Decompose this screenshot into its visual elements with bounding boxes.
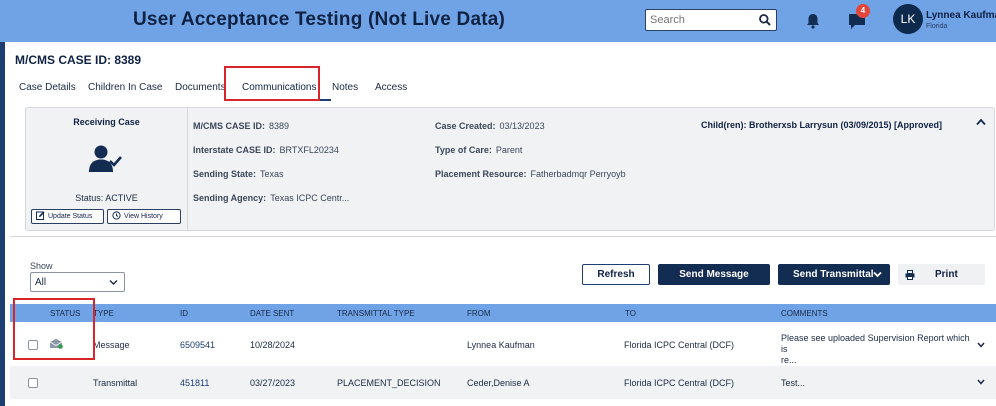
left-accent-bar — [0, 42, 5, 406]
column-header-from[interactable]: FROM — [467, 309, 491, 318]
cell-from: Lynnea Kaufman — [467, 340, 535, 350]
view-history-label: View History — [124, 213, 163, 220]
field-case-created: Case Created: 03/13/2023 — [435, 121, 545, 131]
field-value: Texas ICPC Centr... — [270, 193, 350, 203]
case-summary-card: Receiving Case Status: ACTIVE Update Sta… — [25, 107, 995, 231]
card-divider — [187, 108, 188, 230]
field-placement-resource: Placement Resource: Fatherbadmqr Perryoyb — [435, 169, 626, 179]
field-type-of-care: Type of Care: Parent — [435, 145, 522, 155]
column-header-id[interactable]: ID — [180, 309, 188, 318]
field-interstate-case-id: Interstate CASE ID: BRTXFL20234 — [193, 145, 339, 155]
cell-to: Florida ICPC Central (DCF) — [624, 340, 735, 350]
receiving-case-panel: Receiving Case Status: ACTIVE Update Sta… — [26, 108, 187, 230]
field-sending-state: Sending State: Texas — [193, 169, 284, 179]
field-value: Fatherbadmqr Perryoyb — [530, 169, 626, 179]
column-header-transmittal-type[interactable]: TRANSMITTAL TYPE — [337, 309, 415, 318]
printer-icon — [905, 270, 915, 280]
field-label: Sending State: — [193, 169, 257, 179]
column-header-to[interactable]: TO — [625, 309, 636, 318]
table-row[interactable]: Message 6509541 10/28/2024 Lynnea Kaufma… — [10, 322, 996, 366]
show-label: Show — [30, 261, 53, 271]
tab-case-details[interactable]: Case Details — [19, 82, 76, 93]
row-checkbox[interactable] — [28, 378, 38, 388]
edit-icon — [36, 211, 45, 220]
view-history-button[interactable]: View History — [107, 209, 181, 224]
top-bar: User Acceptance Testing (Not Live Data) … — [0, 0, 996, 42]
cell-from: Ceder,Denise A — [467, 378, 530, 388]
search-input[interactable] — [650, 12, 756, 28]
tab-access[interactable]: Access — [375, 82, 407, 93]
user-name[interactable]: Lynnea Kaufman — [926, 10, 996, 21]
highlight-box-status — [13, 298, 95, 360]
search-box[interactable] — [645, 9, 777, 31]
chevron-down-icon — [873, 271, 882, 278]
receiving-case-label: Receiving Case — [73, 117, 140, 127]
update-status-button[interactable]: Update Status — [31, 209, 104, 224]
field-value: 8389 — [269, 121, 290, 131]
field-mcms-case-id: M/CMS CASE ID: 8389 — [193, 121, 289, 131]
field-label: Type of Care: — [435, 145, 492, 155]
print-label: Print — [935, 269, 958, 280]
tab-documents[interactable]: Documents — [175, 82, 226, 93]
field-label: Sending Agency: — [193, 193, 267, 203]
column-header-comments[interactable]: COMMENTS — [781, 309, 828, 318]
avatar[interactable]: LK — [893, 4, 923, 34]
highlight-box-communications — [224, 66, 320, 101]
user-state: Florida — [926, 23, 948, 30]
notification-badge: 4 — [856, 4, 870, 18]
cell-comments: Test... — [781, 378, 806, 388]
field-label: Placement Resource: — [435, 169, 527, 179]
children-summary: Child(ren): Brotherxsb Larrysun (03/09/2… — [701, 120, 943, 130]
send-transmittal-label: Send Transmittal — [793, 269, 874, 280]
cell-type: Message — [93, 340, 130, 350]
chevron-up-icon[interactable] — [976, 118, 986, 126]
tab-bar: Case Details Children In Case Documents … — [10, 80, 996, 102]
send-message-button[interactable]: Send Message — [658, 264, 770, 285]
history-icon — [112, 211, 121, 220]
app-title: User Acceptance Testing (Not Live Data) — [133, 9, 506, 30]
cell-date-sent: 10/28/2024 — [250, 340, 296, 350]
show-filter-select[interactable]: All — [30, 272, 125, 292]
refresh-button[interactable]: Refresh — [582, 264, 650, 285]
table-row[interactable]: Transmittal 451811 03/27/2023 PLACEMENT_… — [10, 366, 996, 399]
column-header-date-sent[interactable]: DATE SENT — [250, 309, 294, 318]
user-check-icon — [89, 145, 122, 172]
cell-to: Florida ICPC Central (DCF) — [624, 378, 735, 388]
cell-transmittal-type: PLACEMENT_DECISION — [337, 378, 441, 388]
show-filter-value: All — [35, 277, 47, 288]
chevron-down-icon[interactable] — [977, 342, 985, 348]
comment-line: Please see uploaded Supervision Report w… — [781, 333, 970, 354]
field-value: Parent — [495, 145, 523, 155]
section-divider — [10, 236, 996, 237]
tab-children-in-case[interactable]: Children In Case — [88, 82, 162, 93]
cell-id[interactable]: 6509541 — [180, 340, 215, 350]
field-sending-agency: Sending Agency: Texas ICPC Centr... — [193, 193, 349, 203]
cell-type: Transmittal — [93, 378, 138, 388]
comment-line: re... — [781, 355, 797, 365]
column-header-type[interactable]: TYPE — [93, 309, 114, 318]
print-button[interactable]: Print — [898, 264, 985, 285]
send-transmittal-button[interactable]: Send Transmittal — [778, 264, 890, 285]
page-title: M/CMS CASE ID: 8389 — [15, 53, 142, 67]
field-value: 03/13/2023 — [499, 121, 545, 131]
field-label: Case Created: — [435, 121, 496, 131]
bell-icon[interactable] — [804, 12, 822, 30]
field-label: Interstate CASE ID: — [193, 145, 276, 155]
cell-comments: Please see uploaded Supervision Report w… — [781, 333, 976, 366]
update-status-label: Update Status — [48, 213, 93, 220]
cell-date-sent: 03/27/2023 — [250, 378, 296, 388]
field-value: Texas — [260, 169, 284, 179]
field-value: BRTXFL20234 — [279, 145, 339, 155]
search-icon[interactable] — [758, 13, 772, 27]
table-header: STATUS TYPE ID DATE SENT TRANSMITTAL TYP… — [10, 304, 996, 322]
cell-id[interactable]: 451811 — [180, 378, 209, 388]
field-label: M/CMS CASE ID: — [193, 121, 265, 131]
tab-notes[interactable]: Notes — [332, 82, 358, 93]
case-status: Status: ACTIVE — [75, 193, 138, 203]
chevron-down-icon[interactable] — [977, 379, 985, 385]
chevron-down-icon — [109, 280, 118, 285]
